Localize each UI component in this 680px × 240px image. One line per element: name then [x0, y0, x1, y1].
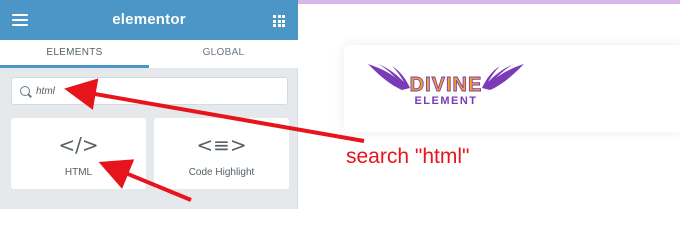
tab-elements[interactable]: ELEMENTS [0, 40, 149, 68]
widgets-grid-icon[interactable] [273, 15, 285, 27]
search-icon [20, 86, 30, 96]
html-widget-label: HTML [64, 167, 93, 178]
code-icon: </> [58, 133, 99, 157]
tab-global[interactable]: GLOBAL [149, 40, 298, 68]
logo-line1: DIVINE [410, 74, 483, 96]
widget-search-box[interactable] [11, 77, 288, 105]
logo-line2: ELEMENT [414, 95, 477, 107]
search-annotation: search "html" [346, 145, 470, 168]
elementor-panel: elementor ELEMENTS GLOBAL </> HTML <≡> C… [0, 0, 298, 209]
panel-header: elementor [0, 0, 298, 40]
code-highlight-icon: <≡> [196, 133, 247, 157]
code-highlight-widget-label: Code Highlight [188, 167, 255, 178]
code-highlight-widget[interactable]: <≡> Code Highlight [154, 118, 289, 189]
panel-tabs: ELEMENTS GLOBAL [0, 40, 298, 68]
elementor-logo: elementor [112, 11, 186, 28]
divine-element-logo: DIVINE ELEMENT [366, 62, 528, 110]
canvas-top-strip [298, 0, 680, 4]
search-input[interactable] [36, 84, 276, 99]
html-widget[interactable]: </> HTML [11, 118, 146, 189]
